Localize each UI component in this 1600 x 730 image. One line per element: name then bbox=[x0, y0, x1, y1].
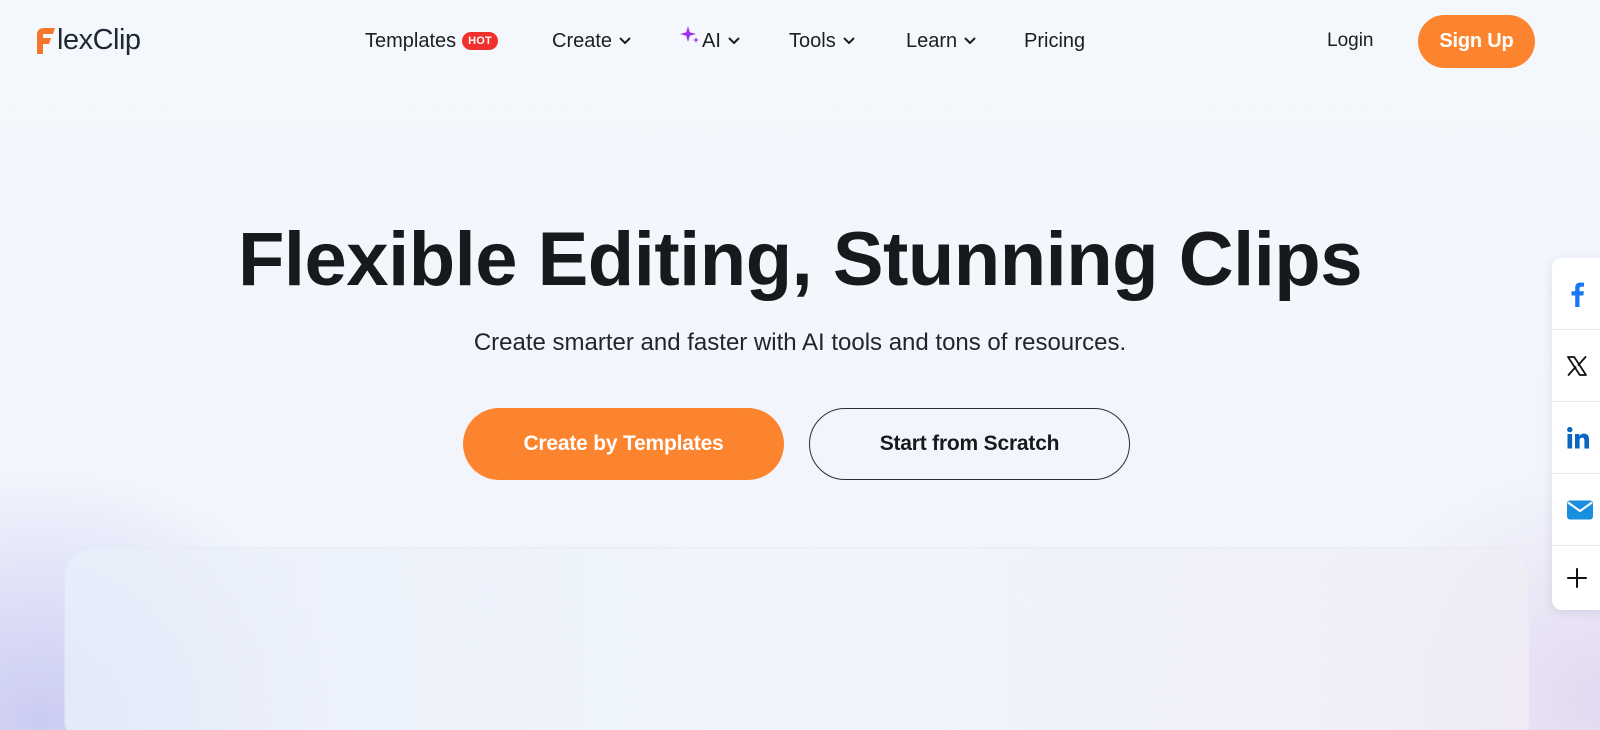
hot-badge: HOT bbox=[462, 32, 498, 50]
nav-tools-label: Tools bbox=[789, 29, 836, 52]
start-from-scratch-button[interactable]: Start from Scratch bbox=[809, 408, 1130, 480]
share-facebook[interactable] bbox=[1552, 258, 1600, 330]
sparkle-icon bbox=[680, 26, 699, 43]
nav-ai[interactable]: AI bbox=[679, 24, 740, 58]
login-link[interactable]: Login bbox=[1327, 24, 1374, 58]
share-x[interactable] bbox=[1552, 330, 1600, 402]
nav-pricing-label: Pricing bbox=[1024, 29, 1086, 52]
facebook-icon bbox=[1571, 282, 1584, 307]
share-linkedin[interactable] bbox=[1552, 402, 1600, 474]
create-by-templates-button[interactable]: Create by Templates bbox=[463, 408, 784, 480]
share-more[interactable] bbox=[1552, 546, 1600, 610]
signup-button[interactable]: Sign Up bbox=[1418, 15, 1535, 68]
nav-create[interactable]: Create bbox=[552, 24, 631, 58]
x-twitter-icon bbox=[1567, 355, 1587, 376]
chevron-down-icon bbox=[843, 37, 855, 44]
nav-tools[interactable]: Tools bbox=[789, 24, 855, 58]
nav-templates-label: Templates bbox=[365, 29, 457, 52]
email-icon bbox=[1567, 500, 1593, 519]
nav-learn[interactable]: Learn bbox=[906, 24, 976, 58]
chevron-down-icon bbox=[619, 37, 631, 44]
chevron-down-icon bbox=[728, 37, 740, 44]
plus-icon bbox=[1567, 568, 1587, 588]
hero-title: Flexible Editing, Stunning Clips bbox=[238, 217, 1363, 302]
share-email[interactable] bbox=[1552, 474, 1600, 546]
nav-templates[interactable]: Templates HOT bbox=[365, 24, 498, 58]
editor-preview-panel bbox=[65, 548, 1529, 730]
nav-ai-label: AI bbox=[702, 29, 721, 52]
nav-create-label: Create bbox=[552, 29, 613, 52]
share-sidebar bbox=[1552, 258, 1600, 610]
nav-learn-label: Learn bbox=[906, 29, 958, 52]
chevron-down-icon bbox=[964, 37, 976, 44]
linkedin-icon bbox=[1567, 426, 1589, 448]
nav-pricing[interactable]: Pricing bbox=[1024, 24, 1085, 58]
hero-subtitle: Create smarter and faster with AI tools … bbox=[473, 329, 1127, 356]
